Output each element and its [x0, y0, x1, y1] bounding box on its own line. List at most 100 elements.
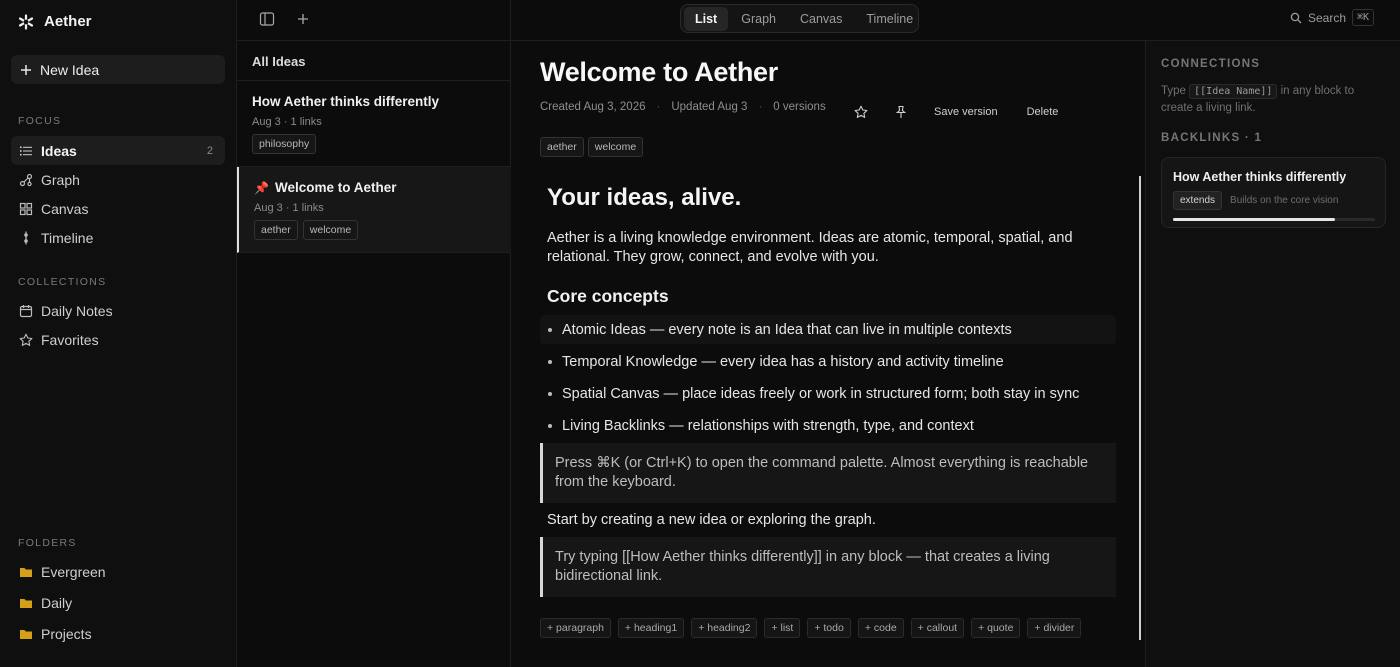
grid-icon	[19, 202, 33, 216]
tag-chip[interactable]: philosophy	[252, 134, 317, 154]
search-button[interactable]: Search ⌘K	[1290, 9, 1375, 26]
bullet-dot	[548, 359, 552, 364]
folder-evergreen[interactable]: Evergreen	[11, 557, 225, 586]
search-icon	[1290, 12, 1302, 24]
pin-icon: 📌	[254, 180, 269, 195]
folder-icon	[19, 596, 33, 610]
hint-code: [[Idea Name]]	[1189, 84, 1278, 99]
list-item[interactable]: Living Backlinks — relationships with st…	[540, 411, 1116, 440]
sidebar: Aether New Idea FOCUS Ideas 2 Graph Canv…	[0, 0, 237, 667]
insert-paragraph-button[interactable]: + paragraph	[540, 618, 611, 638]
tab-list[interactable]: List	[684, 6, 729, 31]
insert-heading2-button[interactable]: + heading2	[691, 618, 758, 638]
timeline-icon	[19, 231, 33, 245]
paragraph-block[interactable]: Start by creating a new idea or explorin…	[547, 511, 1113, 530]
sidebar-item-label: Daily Notes	[41, 302, 113, 319]
connections-label: CONNECTIONS	[1161, 58, 1261, 70]
insert-divider-button[interactable]: + divider	[1027, 618, 1082, 638]
delete-button[interactable]: Delete	[1027, 106, 1059, 118]
favorite-star-icon[interactable]	[854, 105, 868, 119]
backlinks-label: BACKLINKS · 1	[1161, 132, 1263, 144]
sidebar-item-graph[interactable]: Graph	[11, 165, 225, 194]
card-title: How Aether thinks differently	[252, 94, 496, 109]
card-meta: Aug 3 · 1 links	[254, 202, 496, 214]
folder-icon	[19, 627, 33, 641]
bullet-dot	[548, 423, 552, 428]
brand[interactable]: Aether	[18, 13, 92, 30]
card-links: · 1 links	[285, 202, 324, 214]
tab-canvas[interactable]: Canvas	[789, 7, 853, 31]
link-type-badge: extends	[1173, 191, 1223, 210]
page-title[interactable]: Welcome to Aether	[540, 57, 778, 88]
aether-logo-icon	[18, 13, 34, 30]
collections-section-label: COLLECTIONS	[18, 276, 107, 288]
card-title: 📌 Welcome to Aether	[254, 180, 496, 195]
idea-list-panel: All Ideas How Aether thinks differently …	[237, 0, 511, 667]
doc-meta: Created Aug 3, 2026 · Updated Aug 3 · 0 …	[540, 101, 826, 113]
list-item-text: Living Backlinks — relationships with st…	[562, 417, 974, 434]
link-strength-bar	[1173, 218, 1375, 221]
doc-tags: aether welcome	[540, 137, 644, 157]
folders-section-label: FOLDERS	[18, 537, 77, 549]
calendar-icon	[19, 304, 33, 318]
bullet-dot	[548, 391, 552, 396]
insert-list-button[interactable]: + list	[764, 618, 801, 638]
tab-timeline[interactable]: Timeline	[855, 7, 924, 31]
backlink-description: Builds on the core vision	[1230, 195, 1339, 206]
search-label: Search	[1308, 10, 1347, 25]
sidebar-item-favorites[interactable]: Favorites	[11, 325, 225, 354]
sidebar-item-daily-notes[interactable]: Daily Notes	[11, 296, 225, 325]
sidebar-item-label: Ideas	[41, 142, 77, 159]
insert-heading1-button[interactable]: + heading1	[617, 618, 685, 638]
sidebar-item-ideas[interactable]: Ideas 2	[11, 136, 225, 165]
focus-section-label: FOCUS	[18, 115, 62, 127]
idea-card[interactable]: How Aether thinks differently Aug 3 · 1 …	[237, 81, 511, 167]
card-date: Aug 3	[252, 116, 281, 128]
sidebar-item-label: Canvas	[41, 200, 89, 217]
heading-block[interactable]: Your ideas, alive.	[547, 184, 741, 212]
folder-daily[interactable]: Daily	[11, 588, 225, 617]
card-meta: Aug 3 · 1 links	[252, 116, 496, 128]
save-version-button[interactable]: Save version	[934, 106, 998, 118]
paragraph-block[interactable]: Aether is a living knowledge environment…	[547, 229, 1113, 267]
folder-icon	[19, 565, 33, 579]
new-idea-button[interactable]: New Idea	[11, 55, 225, 84]
folder-projects[interactable]: Projects	[11, 619, 225, 648]
card-links: · 1 links	[283, 116, 322, 128]
sidebar-item-timeline[interactable]: Timeline	[11, 223, 225, 252]
list-item[interactable]: Temporal Knowledge — every idea has a hi…	[540, 347, 1116, 376]
bullet-dot	[548, 327, 552, 332]
add-icon[interactable]	[295, 11, 311, 27]
backlink-card[interactable]: How Aether thinks differently extends Bu…	[1161, 157, 1386, 228]
pin-icon[interactable]	[894, 105, 908, 119]
toolbar	[259, 11, 311, 27]
tag-chip[interactable]: aether	[254, 220, 298, 240]
tag-chip[interactable]: welcome	[302, 220, 359, 240]
tag-chip[interactable]: welcome	[587, 137, 644, 157]
ideas-count-badge: 2	[206, 144, 213, 157]
hint-prefix: Type	[1161, 85, 1186, 97]
sidebar-item-canvas[interactable]: Canvas	[11, 194, 225, 223]
tab-graph[interactable]: Graph	[730, 7, 787, 31]
insert-code-button[interactable]: + code	[857, 618, 904, 638]
callout-block[interactable]: Try typing [[How Aether thinks different…	[540, 537, 1116, 597]
card-title-text: Welcome to Aether	[274, 180, 397, 195]
insert-callout-button[interactable]: + callout	[910, 618, 965, 638]
doc-actions: Save version Delete	[854, 105, 1087, 119]
meta-separator: ·	[656, 101, 661, 113]
idea-card-selected[interactable]: 📌 Welcome to Aether Aug 3 · 1 links aeth…	[237, 167, 511, 253]
versions-count[interactable]: 0 versions	[773, 101, 825, 113]
editor: Welcome to Aether Created Aug 3, 2026 · …	[511, 40, 1145, 667]
tag-chip[interactable]: aether	[540, 137, 584, 157]
scrollbar[interactable]	[1139, 176, 1141, 640]
callout-block[interactable]: Press ⌘K (or Ctrl+K) to open the command…	[540, 443, 1116, 503]
insert-quote-button[interactable]: + quote	[971, 618, 1021, 638]
list-item[interactable]: Spatial Canvas — place ideas freely or w…	[540, 379, 1116, 408]
heading2-block[interactable]: Core concepts	[547, 286, 669, 307]
insert-todo-button[interactable]: + todo	[807, 618, 851, 638]
sidebar-item-label: Favorites	[41, 331, 99, 348]
list-item[interactable]: Atomic Ideas — every note is an Idea tha…	[540, 315, 1116, 344]
sidebar-toggle-icon[interactable]	[259, 11, 275, 27]
list-item-text: Temporal Knowledge — every idea has a hi…	[562, 353, 1004, 370]
search-shortcut: ⌘K	[1352, 9, 1375, 26]
